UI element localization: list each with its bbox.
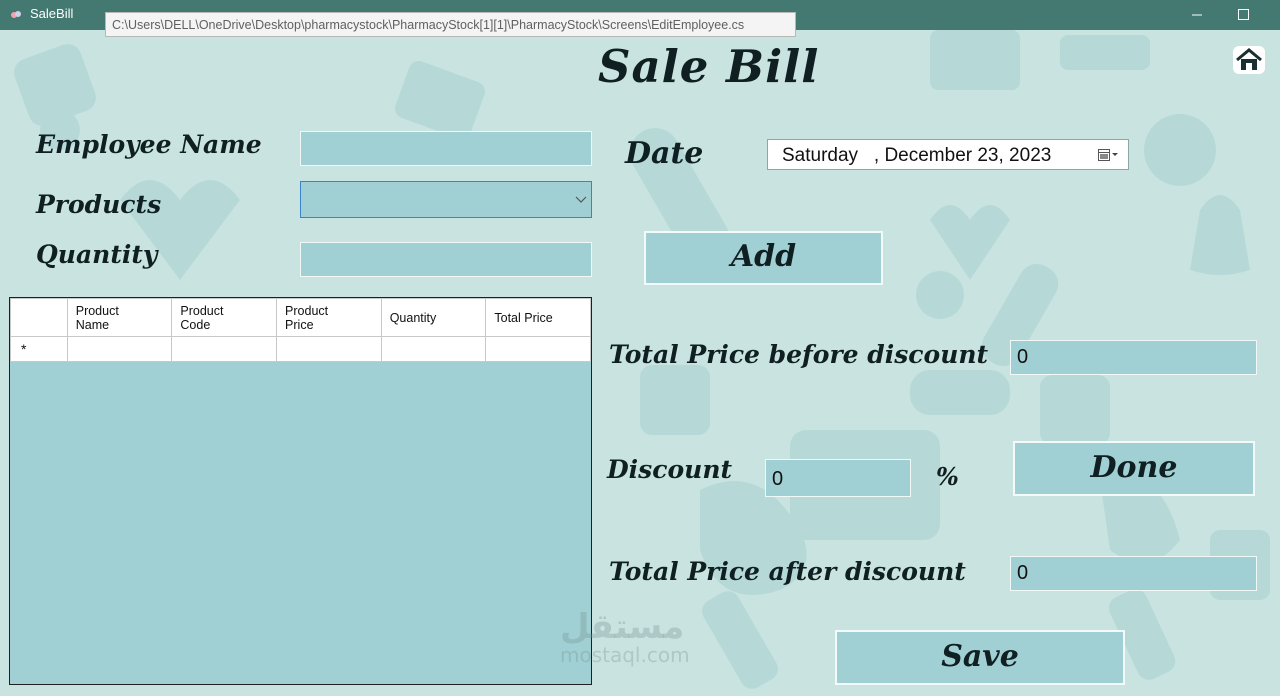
app-icon (11, 11, 21, 18)
discount-input[interactable]: 0 (765, 459, 911, 497)
total-before-discount-label: Total Price before discount (609, 340, 989, 369)
column-header-line: Product (75, 303, 119, 318)
products-label: Products (36, 190, 162, 219)
quantity-label: Quantity (36, 240, 158, 269)
discount-label: Discount (607, 455, 733, 484)
table-cell[interactable] (485, 336, 591, 362)
products-dropdown[interactable] (300, 181, 592, 218)
total-before-discount-input[interactable]: 0 (1010, 340, 1257, 375)
column-header-line: Price (285, 317, 314, 332)
table-cell[interactable] (276, 336, 382, 362)
date-full: , December 23, 2023 (873, 145, 1052, 166)
close-icon (1266, 0, 1280, 30)
calendar-dropdown-icon[interactable] (1098, 148, 1120, 162)
file-path-tooltip: C:\Users\DELL\OneDrive\Desktop\pharmacys… (105, 12, 796, 37)
table-row[interactable]: * (10, 336, 591, 362)
maximize-button[interactable] (1220, 0, 1266, 30)
chevron-down-icon[interactable] (571, 182, 591, 217)
products-table: Product Name Product Code Product Price Qua… (10, 298, 591, 362)
minimize-button[interactable] (1174, 0, 1220, 30)
home-icon[interactable] (1232, 45, 1266, 75)
column-header-line: Product (180, 303, 224, 318)
column-header-total-price[interactable]: Total Price (485, 298, 591, 337)
page-title: Sale Bill (598, 40, 820, 93)
percent-label: % (936, 462, 959, 491)
column-header-line: Name (75, 317, 110, 332)
sale-bill-window: SaleBill C:\Users\DELL\OneDrive\Desktop\… (0, 0, 1280, 696)
table-cell[interactable] (380, 336, 487, 362)
date-label: Date (625, 136, 704, 171)
date-picker[interactable]: Saturday , December 23, 2023 (767, 139, 1129, 170)
column-header-line: Code (180, 317, 211, 332)
total-after-discount-label: Total Price after discount (609, 557, 966, 586)
date-value: Saturday , December 23, 2023 (782, 145, 1051, 167)
maximize-icon (1238, 9, 1249, 20)
watermark-arabic: مستقل (560, 607, 685, 647)
quantity-input[interactable] (300, 242, 592, 277)
column-header-product-price[interactable]: Product Price (276, 298, 382, 337)
new-row-marker: * (10, 336, 68, 362)
window-title: SaleBill (30, 6, 74, 21)
column-header-quantity[interactable]: Quantity (380, 298, 487, 337)
products-grid[interactable]: Product Name Product Code Product Price Qua… (9, 297, 592, 685)
employee-name-label: Employee Name (36, 130, 262, 159)
total-after-discount-input[interactable]: 0 (1010, 556, 1257, 591)
table-cell[interactable] (171, 336, 278, 362)
column-header-line: Total Price (494, 310, 553, 325)
column-header-product-code[interactable]: Product Code (171, 298, 278, 337)
column-header-product-name[interactable]: Product Name (66, 298, 173, 337)
watermark: مستقل mostaql.com (560, 610, 690, 666)
column-header-line: Quantity (389, 310, 437, 325)
save-button[interactable]: Save (835, 630, 1125, 685)
row-header-corner (10, 298, 68, 337)
done-button[interactable]: Done (1013, 441, 1255, 496)
column-header-line: Product (285, 303, 329, 318)
employee-name-input[interactable] (300, 131, 592, 166)
table-cell[interactable] (66, 336, 173, 362)
date-day: Saturday (782, 145, 859, 166)
add-button[interactable]: Add (644, 231, 883, 285)
minimize-icon (1192, 14, 1202, 16)
close-button[interactable] (1266, 0, 1280, 30)
table-header-row: Product Name Product Code Product Price Qua… (10, 298, 591, 337)
watermark-latin: mostaql.com (560, 643, 690, 667)
